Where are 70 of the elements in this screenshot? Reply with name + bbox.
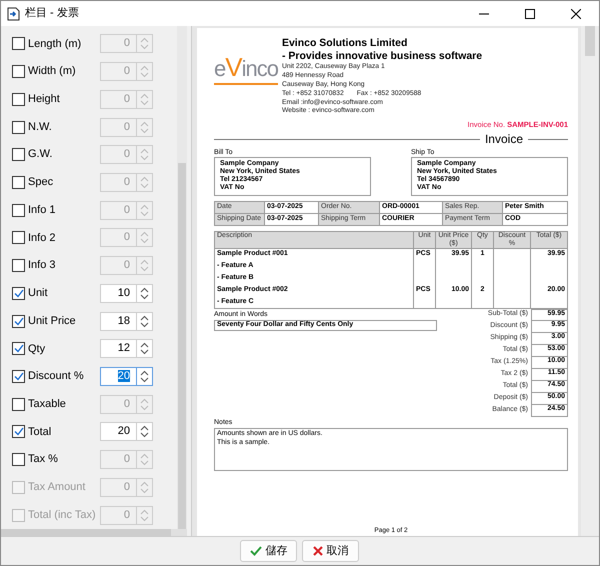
number-field[interactable]: 0 (100, 256, 136, 276)
checkbox[interactable] (12, 176, 25, 189)
vertical-scrollbar[interactable] (177, 26, 187, 529)
checkbox[interactable] (12, 314, 25, 328)
window-title: 栏目 - 发票 (25, 6, 79, 22)
number-field[interactable]: 0 (100, 90, 136, 109)
spin-arrows[interactable] (136, 366, 153, 386)
checkbox-label: G.W. (28, 147, 54, 162)
number-field[interactable]: 0 (100, 172, 136, 192)
number-field[interactable]: 0 (100, 450, 136, 470)
checkbox-label: Length (m) (28, 36, 82, 52)
checkbox[interactable] (12, 92, 25, 106)
checkbox-label: Unit Price (28, 314, 77, 329)
checkbox[interactable] (12, 453, 25, 466)
checkbox[interactable] (12, 204, 25, 217)
checkbox-label: Discount % (28, 369, 85, 384)
number-field[interactable]: 0 (100, 145, 136, 164)
number-field[interactable]: 0 (100, 62, 136, 82)
checkbox-label: Info 1 (28, 202, 57, 218)
checkbox[interactable] (12, 286, 25, 300)
checkbox-label: Info 2 (28, 230, 57, 246)
close-icon (312, 546, 322, 556)
checkbox[interactable] (12, 65, 25, 78)
cancel-button[interactable]: 取消 (302, 540, 359, 562)
checkbox-label: Taxable (28, 396, 67, 412)
checkbox-label: Height (28, 92, 61, 108)
checkbox-label: Tax % (28, 452, 59, 468)
checkbox[interactable] (12, 398, 25, 411)
check-icon (250, 546, 262, 556)
checkbox-label: Unit (28, 286, 49, 302)
number-field[interactable]: 0 (100, 228, 136, 248)
spin-arrows[interactable] (136, 312, 153, 331)
checkbox-label: Tax Amount (28, 480, 86, 496)
number-field[interactable]: 12 (100, 339, 136, 358)
checkbox[interactable] (12, 259, 25, 272)
document-icon (7, 6, 20, 20)
checkbox[interactable] (12, 148, 25, 162)
number-field[interactable]: 20 (100, 422, 136, 442)
spin-arrows[interactable] (136, 284, 153, 303)
checkbox[interactable] (12, 231, 25, 244)
checkbox[interactable] (12, 342, 25, 356)
number-field[interactable]: 0 (100, 118, 136, 137)
maximize-icon[interactable] (525, 8, 535, 18)
checkbox-label: Info 3 (28, 258, 57, 274)
invoice-heading: Invoice (484, 132, 523, 147)
checkbox[interactable] (12, 425, 25, 438)
number-field[interactable]: 18 (100, 312, 136, 331)
spin-arrows[interactable] (136, 339, 153, 358)
company-logo: eVinco (214, 53, 278, 85)
number-field[interactable]: 0 (100, 200, 136, 220)
horizontal-scrollbar[interactable] (1, 529, 187, 536)
close-icon[interactable] (571, 8, 581, 18)
spin-arrows[interactable] (136, 422, 153, 442)
vertical-scrollbar[interactable] (581, 26, 599, 536)
checkbox-label: Spec (28, 175, 54, 190)
checkbox-label: Total (28, 424, 52, 440)
company-name: Evinco Solutions Limited (282, 37, 408, 50)
number-field[interactable]: 0 (100, 34, 136, 54)
checkbox[interactable] (12, 37, 25, 50)
checkbox-label: N.W. (28, 120, 53, 135)
save-button[interactable]: 儲存 (240, 540, 297, 562)
number-field[interactable]: 10 (100, 284, 136, 303)
checkbox-label: Total (inc Tax) (28, 508, 97, 523)
checkbox[interactable] (12, 120, 25, 134)
number-field[interactable]: 0 (100, 394, 136, 414)
company-tagline: - Provides innovative business software (282, 50, 482, 63)
checkbox[interactable] (12, 370, 25, 383)
checkbox-label: Qty (28, 342, 46, 357)
number-field[interactable]: 20 (100, 366, 136, 386)
checkbox-label: Width (m) (28, 64, 77, 80)
